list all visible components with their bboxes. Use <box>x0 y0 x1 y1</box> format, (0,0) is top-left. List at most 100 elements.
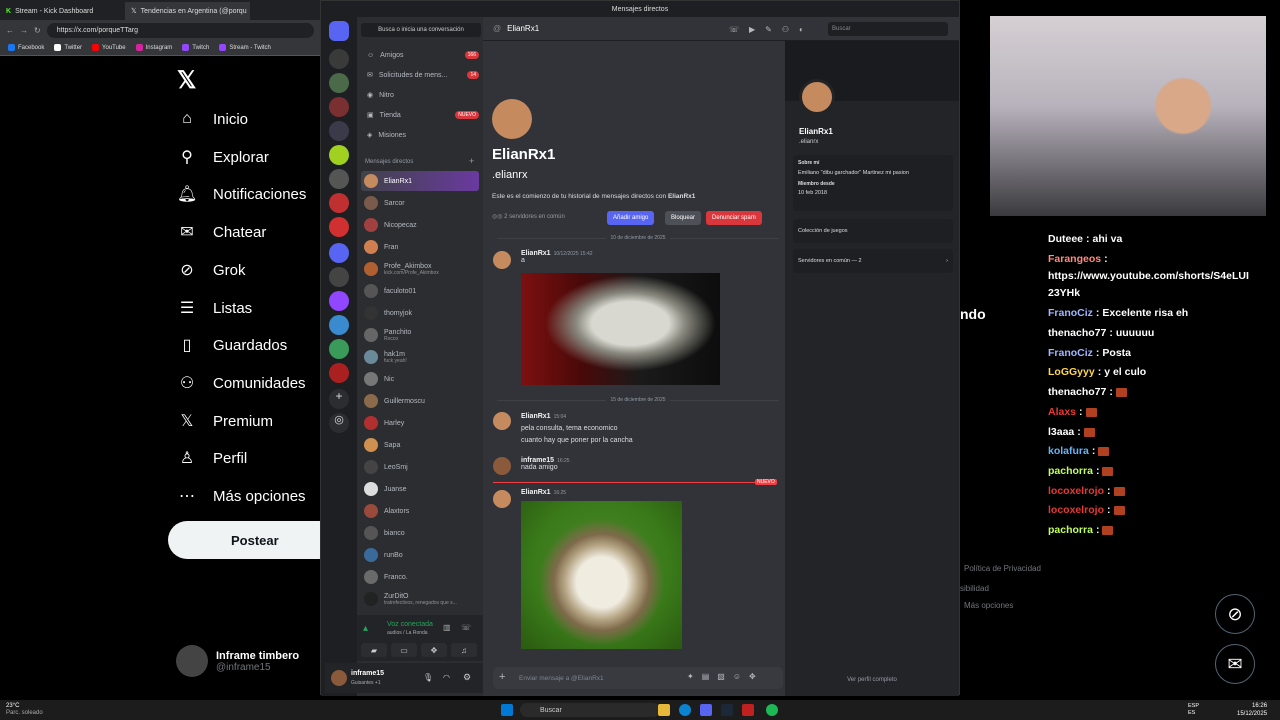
messages-float-button[interactable]: ✉ <box>1215 644 1255 684</box>
avatar[interactable] <box>493 457 511 475</box>
clock[interactable]: 16:26 15/12/2025 <box>1237 702 1267 718</box>
forward-icon[interactable]: → <box>20 26 28 35</box>
chat-username[interactable]: FranoCiz <box>1048 347 1093 359</box>
bookmark-instagram[interactable]: Instagram <box>135 44 172 51</box>
x-logo-icon[interactable]: 𝕏 <box>177 66 196 95</box>
add-friend-button[interactable]: Añadir amigo <box>607 211 655 225</box>
edge-icon[interactable] <box>679 704 691 716</box>
windows-start-icon[interactable] <box>501 704 513 716</box>
gif-icon[interactable]: ▤ <box>702 672 710 681</box>
bookmark-youtube[interactable]: YouTube <box>92 44 126 51</box>
call-icon[interactable]: ☏ <box>729 25 739 34</box>
mic-icon[interactable]: 🎙︎ <box>423 673 433 682</box>
nav-comunidades[interactable]: ⚇ Comunidades <box>177 373 306 393</box>
dm-item[interactable]: LeoSmj <box>361 457 479 477</box>
video-icon[interactable]: ▶ <box>749 25 755 34</box>
post-button[interactable]: Postear <box>168 521 338 559</box>
privacy-link[interactable]: Política de Privacidad <box>964 564 1041 573</box>
dm-item[interactable]: Franco. <box>361 567 479 587</box>
dm-item[interactable]: Fran <box>361 237 479 257</box>
taskbar-search[interactable]: Buscar <box>520 703 660 717</box>
dm-item[interactable]: Nicopecaz <box>361 215 479 235</box>
more-options-link[interactable]: Más opciones <box>964 601 1013 610</box>
file-explorer-icon[interactable] <box>658 704 670 716</box>
dm-item[interactable]: Alaxtors <box>361 501 479 521</box>
bookmark-twitch[interactable]: Twitch <box>182 44 209 51</box>
apps-icon[interactable]: ✥ <box>749 672 756 681</box>
server-icon[interactable] <box>329 243 349 263</box>
server-icon[interactable] <box>329 291 349 311</box>
discord-icon[interactable] <box>700 704 712 716</box>
chat-username[interactable]: locoxelrojo <box>1048 485 1104 497</box>
nav-chatear[interactable]: ✉ Chatear <box>177 222 266 242</box>
chat-username[interactable]: thenacho77 <box>1048 386 1106 398</box>
chat-username[interactable]: l3aaa <box>1048 426 1074 438</box>
chat-username[interactable]: FranoCiz <box>1048 307 1093 319</box>
gift-icon[interactable]: ✦ <box>687 672 694 681</box>
avatar[interactable] <box>493 412 511 430</box>
sticker-icon[interactable]: ▧ <box>717 672 725 681</box>
accessibility-link[interactable]: sibilidad <box>960 584 989 593</box>
nav-premium[interactable]: 𝕏 Premium <box>177 411 273 431</box>
dm-item[interactable]: Juanse <box>361 479 479 499</box>
chat-username[interactable]: locoxelrojo <box>1048 504 1104 516</box>
block-button[interactable]: Bloquear <box>665 211 702 225</box>
mutual-servers-card[interactable]: Servidores en común — 2 › <box>793 249 953 273</box>
gear-icon[interactable]: ⚙ <box>463 672 471 683</box>
pin-icon[interactable]: ✎ <box>765 25 772 34</box>
url-input[interactable]: https://x.com/porqueTTarg <box>46 22 314 38</box>
new-dm-icon[interactable]: + <box>469 156 474 166</box>
nav-notificaciones[interactable]: 🔔︎ Notificaciones <box>177 184 307 204</box>
chat-username[interactable]: pachorra <box>1048 524 1093 536</box>
report-spam-button[interactable]: Denunciar spam <box>706 211 762 225</box>
nav-inicio[interactable]: ⌂ Inicio <box>177 109 248 129</box>
language-indicator[interactable]: ESP ES <box>1188 703 1204 717</box>
discord-home-icon[interactable] <box>329 21 349 41</box>
dm-item[interactable]: Sarcor <box>361 193 479 213</box>
reload-icon[interactable]: ↻ <box>34 26 41 35</box>
dm-item[interactable]: Profe_Akimbox kick.com/Profe_Akimbox <box>361 259 479 279</box>
explore-icon[interactable]: ◎ <box>329 413 349 433</box>
dm-item[interactable]: Guillermoscu <box>361 391 479 411</box>
chat-username[interactable]: LoGGyyy <box>1048 366 1095 378</box>
dm-item[interactable]: Sapa <box>361 435 479 455</box>
sidebar-item-nitro[interactable]: ◉ Nitro <box>367 91 479 100</box>
chat-username[interactable]: Alaxs <box>1048 406 1076 418</box>
noise-icon[interactable]: ▥ <box>443 623 451 632</box>
camera-icon[interactable]: ▰ <box>361 643 387 657</box>
weather-widget[interactable]: 23°C Parc. soleado <box>6 703 43 717</box>
dm-item[interactable]: Harley <box>361 413 479 433</box>
disconnect-icon[interactable]: ☏ <box>461 623 471 632</box>
tab-x[interactable]: 𝕏 Tendencias en Argentina (@porqu <box>125 2 250 20</box>
dm-item[interactable]: faculoto01 <box>361 281 479 301</box>
nav-mas-opciones[interactable]: ⋯ Más opciones <box>177 486 306 506</box>
dm-item[interactable]: runBo <box>361 545 479 565</box>
sidebar-item-solicitudes[interactable]: ✉ Solicitudes de mens... 14 <box>367 71 479 79</box>
nav-listas[interactable]: ☰ Listas <box>177 298 252 318</box>
sidebar-item-misiones[interactable]: ◈ Misiones <box>367 131 479 140</box>
add-friend-icon[interactable]: ⚇ <box>782 25 789 34</box>
emoji-icon[interactable]: ☺ <box>733 672 741 681</box>
sidebar-item-tienda[interactable]: ▣ Tienda NUEVO <box>367 111 479 119</box>
nav-perfil[interactable]: ♙ Perfil <box>177 448 247 468</box>
server-icon[interactable] <box>329 193 349 213</box>
dm-item[interactable]: hak1m fuck yeah! <box>361 347 479 367</box>
server-icon[interactable] <box>329 169 349 189</box>
server-icon[interactable] <box>329 97 349 117</box>
sidebar-item-amigos[interactable]: ☺ Amigos 166 <box>367 51 479 59</box>
tab-kick[interactable]: K Stream - Kick Dashboard <box>0 2 125 20</box>
server-icon[interactable] <box>329 217 349 237</box>
avatar[interactable] <box>331 670 347 686</box>
server-icon[interactable] <box>329 49 349 69</box>
view-full-profile-link[interactable]: Ver perfil completo <box>785 677 959 683</box>
back-icon[interactable]: ← <box>6 26 14 35</box>
app-icon[interactable] <box>742 704 754 716</box>
avatar[interactable] <box>799 79 835 115</box>
dm-item[interactable]: Panchito Rocco <box>361 325 479 345</box>
spotify-icon[interactable] <box>766 704 778 716</box>
account-switcher[interactable]: Inframe timbero @inframe15 <box>176 645 299 677</box>
chat-username[interactable]: thenacho77 <box>1048 327 1106 339</box>
chat-username[interactable]: pachorra <box>1048 465 1093 477</box>
headphones-icon[interactable]: ◠ <box>443 673 450 682</box>
chat-username[interactable]: Farangeos <box>1048 253 1101 265</box>
